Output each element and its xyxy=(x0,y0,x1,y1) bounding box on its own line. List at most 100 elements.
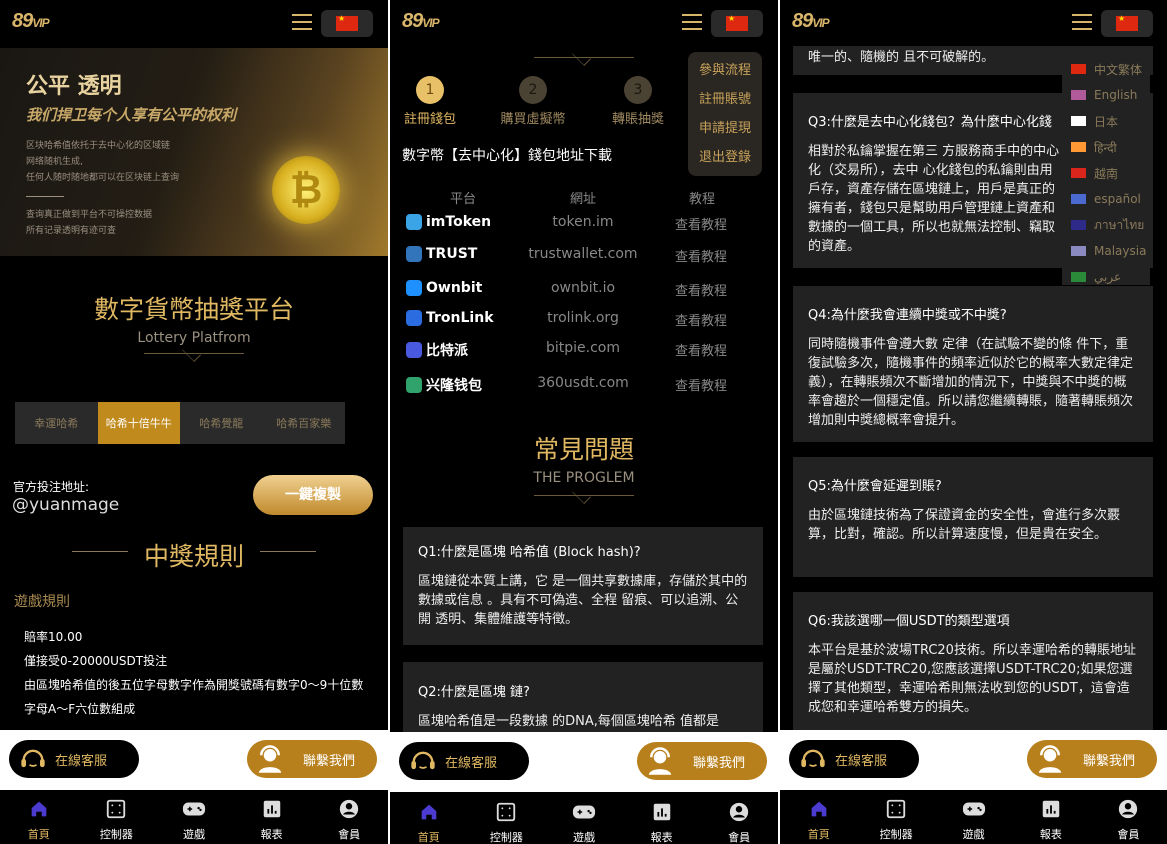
tutorial-link[interactable]: 查看教程 xyxy=(675,280,727,299)
logo[interactable]: 89VIP xyxy=(402,10,440,33)
nav-item-controller[interactable]: 控制器 xyxy=(468,793,546,844)
platform-logo[interactable]: Ownbit xyxy=(406,280,482,296)
language-option[interactable]: English xyxy=(1062,82,1150,108)
platform-logo[interactable]: TronLink xyxy=(406,310,494,326)
platform-url[interactable]: 360usdt.com xyxy=(510,375,656,391)
faq-answer: 區塊鏈從本質上講，它 是一個共享數據庫，存儲於其中的數據或信息 。具有不可偽造、… xyxy=(418,574,748,627)
platform-name: imToken xyxy=(426,214,492,230)
online-service-button[interactable]: 在線客服 xyxy=(9,740,139,778)
tutorial-link[interactable]: 查看教程 xyxy=(675,340,727,359)
step-2[interactable]: 2 購買虛擬幣 xyxy=(493,76,573,127)
step-3[interactable]: 3 轉賬抽獎 xyxy=(598,76,678,127)
faq-card[interactable]: Q6:我該選哪一個USDT的類型選項 本平台是基於波場TRC20技術。所以幸運哈… xyxy=(793,592,1153,732)
platform-logo[interactable]: 兴隆钱包 xyxy=(406,375,482,395)
hamburger-menu-icon[interactable] xyxy=(1072,14,1092,30)
tutorial-link[interactable]: 查看教程 xyxy=(675,310,727,329)
logo[interactable]: 89VIP xyxy=(792,10,830,33)
language-button[interactable] xyxy=(321,10,373,37)
nav-item-home[interactable]: 首頁 xyxy=(780,790,857,844)
nav-item-user[interactable]: 會員 xyxy=(1090,790,1167,844)
nav-label: 控制器 xyxy=(99,828,133,841)
menu-item[interactable]: 參與流程 xyxy=(688,56,762,85)
language-option[interactable]: ภาษาไทย xyxy=(1062,212,1150,238)
copy-button[interactable]: 一鍵複製 xyxy=(253,475,373,515)
menu-item[interactable]: 申請提現 xyxy=(688,114,762,143)
language-button[interactable] xyxy=(1101,10,1153,37)
nav-item-chart[interactable]: 報表 xyxy=(1012,790,1089,844)
nav-item-chart[interactable]: 報表 xyxy=(623,793,701,844)
nav-item-controller[interactable]: 控制器 xyxy=(857,790,934,844)
tutorial-link[interactable]: 查看教程 xyxy=(675,246,727,265)
tutorial-link[interactable]: 查看教程 xyxy=(675,375,727,394)
rule-line: 字母A～F六位數組成 xyxy=(24,702,136,716)
faq-card[interactable]: Q4:為什麼我會連續中獎或不中獎? 同時隨機事件會遵大數 定律（在試驗不變的條 … xyxy=(793,286,1153,442)
flag-icon xyxy=(1071,168,1086,178)
nav-label: 首頁 xyxy=(27,828,50,841)
step-1[interactable]: 1 註冊錢包 xyxy=(390,76,470,127)
page-title: 數字貨幣抽獎平台 xyxy=(93,295,294,324)
language-option[interactable]: 中文繁体 xyxy=(1062,56,1150,82)
platform-name: 兴隆钱包 xyxy=(426,378,482,394)
platform-url[interactable]: bitpie.com xyxy=(510,340,656,356)
language-label: عربي xyxy=(1094,270,1122,284)
game-tabs: 幸運哈希 哈希十倍牛牛 哈希覺龍 哈希百家樂 xyxy=(15,402,345,444)
nav-item-home[interactable]: 首頁 xyxy=(0,790,78,844)
nav-item-chart[interactable]: 報表 xyxy=(233,790,311,844)
platform-url[interactable]: trustwallet.com xyxy=(510,246,656,262)
language-option[interactable]: español xyxy=(1062,186,1150,212)
language-dropdown: 中文繁体 English 日本 हिन्दी 越南 español ภาษาไทย Malay… xyxy=(1062,50,1150,285)
language-button[interactable] xyxy=(711,10,763,37)
platform-logo[interactable]: 比特派 xyxy=(406,340,468,360)
language-option[interactable]: عربي xyxy=(1062,264,1150,290)
contact-us-button[interactable]: 聯繫我們 xyxy=(637,742,767,780)
tutorial-link[interactable]: 查看教程 xyxy=(675,214,727,233)
online-service-button[interactable]: 在線客服 xyxy=(789,740,919,778)
language-option[interactable]: 越南 xyxy=(1062,160,1150,186)
wallet-logo-icon xyxy=(406,246,422,262)
nav-item-controller[interactable]: 控制器 xyxy=(78,790,156,844)
game-tab[interactable]: 哈希十倍牛牛 xyxy=(97,402,180,444)
contact-us-button[interactable]: 聯繫我們 xyxy=(247,740,377,778)
banner-line: 所有记录透明有迹可查 xyxy=(26,226,117,236)
platform-url[interactable]: token.im xyxy=(510,214,656,230)
home-icon xyxy=(808,798,830,826)
game-tab[interactable]: 哈希百家樂 xyxy=(263,402,346,444)
faq-card[interactable]: Q1:什麼是區塊 哈希值 (Block hash)? 區塊鏈從本質上講，它 是一… xyxy=(403,527,763,645)
nav-item-gamepad[interactable]: 遊戲 xyxy=(155,790,233,844)
faq-card[interactable]: Q5:為什麼會延遲到賬? 由於區塊鏈技術為了保證資金的安全性，會進行多次覈算，比… xyxy=(793,457,1153,577)
nav-item-home[interactable]: 首頁 xyxy=(390,793,468,844)
service-bar: 在線客服 聯繫我們 xyxy=(0,730,388,790)
contact-us-button[interactable]: 聯繫我們 xyxy=(1027,740,1157,778)
platform-url[interactable]: ownbit.io xyxy=(510,280,656,296)
language-option[interactable]: Malaysia xyxy=(1062,238,1150,264)
support-agent-icon xyxy=(258,745,282,773)
hamburger-menu-icon[interactable] xyxy=(682,14,702,30)
platform-url[interactable]: trolink.org xyxy=(510,310,656,326)
button-label: 在線客服 xyxy=(55,753,108,769)
nav-item-gamepad[interactable]: 遊戲 xyxy=(935,790,1012,844)
language-option[interactable]: 日本 xyxy=(1062,108,1150,134)
logo[interactable]: 89VIP xyxy=(12,10,50,33)
menu-item[interactable]: 退出登錄 xyxy=(688,143,762,172)
game-tab[interactable]: 幸運哈希 xyxy=(15,402,98,444)
nav-item-gamepad[interactable]: 遊戲 xyxy=(545,793,623,844)
address-value: @yuanmage xyxy=(12,495,120,515)
wallet-logo-icon xyxy=(406,280,422,296)
platform-logo[interactable]: TRUST xyxy=(406,246,477,262)
platform-logo[interactable]: imToken xyxy=(406,214,491,230)
menu-item[interactable]: 註冊賬號 xyxy=(688,85,762,114)
hamburger-menu-icon[interactable] xyxy=(292,14,312,30)
flag-icon xyxy=(1071,246,1086,256)
flag-icon xyxy=(1071,272,1086,282)
flag-icon xyxy=(1071,194,1086,204)
controller-icon xyxy=(495,801,517,829)
nav-item-user[interactable]: 會員 xyxy=(310,790,388,844)
address-label: 官方投注地址: xyxy=(13,480,90,494)
language-label: ภาษาไทย xyxy=(1094,217,1145,232)
chart-icon xyxy=(1040,798,1062,826)
game-tab[interactable]: 哈希覺龍 xyxy=(180,402,263,444)
online-service-button[interactable]: 在線客服 xyxy=(399,742,529,780)
nav-item-user[interactable]: 會員 xyxy=(700,793,778,844)
language-option[interactable]: हिन्दी xyxy=(1062,134,1150,160)
faq-card[interactable]: Q2:什麼是區塊 鏈? 區塊哈希值是一段數據 的DNA,每個區塊哈希 值都是 xyxy=(403,662,763,742)
